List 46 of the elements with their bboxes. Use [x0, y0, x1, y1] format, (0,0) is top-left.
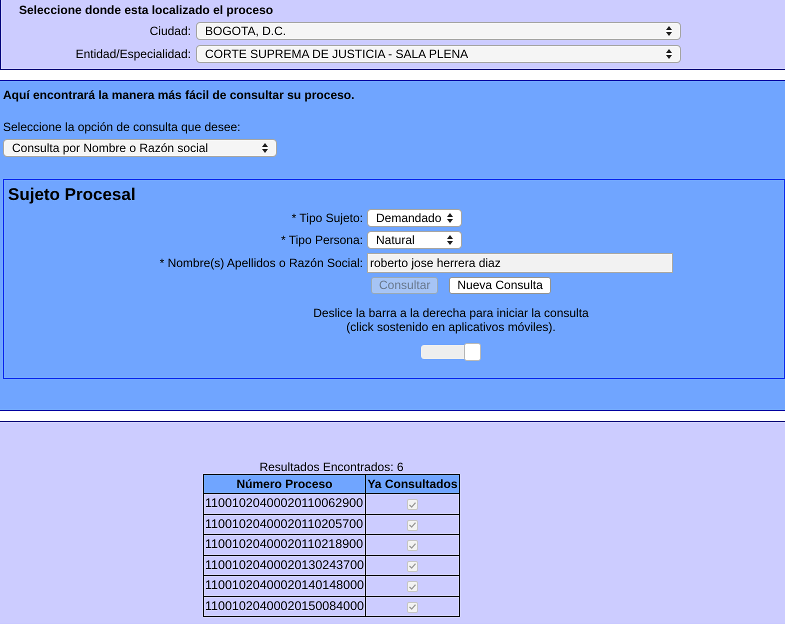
checkbox[interactable]	[406, 540, 418, 552]
slider-hint: Deslice la barra a la derecha para iniciar la consulta	[313, 306, 589, 320]
dropdown-arrows-icon	[447, 234, 453, 244]
dropdown-arrows-icon	[666, 49, 672, 59]
slider-thumb[interactable]	[464, 342, 481, 360]
table-cell: 11001020400020130243700	[204, 555, 366, 576]
dropdown-select[interactable]: BOGOTA, D.C.	[196, 22, 681, 40]
dropdown-select[interactable]: Demandado	[367, 208, 462, 226]
check-icon	[408, 604, 416, 610]
table-cell: 11001020400020110062900	[204, 494, 366, 514]
table-cell: 11001020400020110218900	[204, 534, 366, 555]
checkbox[interactable]	[406, 560, 418, 572]
check-icon	[408, 502, 416, 508]
column-header: Ya Consultados	[365, 474, 460, 494]
table-cell: 11001020400020150084000	[204, 596, 366, 616]
section-heading: Aquí encontrará la manera más fácil de consultar su proceso.	[2, 87, 356, 104]
slider-hint: (click sostenido en aplicativos móviles).	[346, 320, 556, 334]
checkbox[interactable]	[406, 602, 418, 613]
name-input[interactable]: roberto jose herrera diaz	[367, 252, 673, 272]
dropdown-select[interactable]: Consulta por Nombre o Razón social	[3, 139, 277, 157]
table-cell: 11001020400020110205700	[204, 514, 366, 534]
checkbox[interactable]	[406, 520, 418, 531]
dropdown-select[interactable]: Natural	[367, 230, 462, 248]
check-icon	[408, 522, 416, 528]
dropdown-arrows-icon	[447, 212, 453, 222]
check-icon	[408, 542, 416, 549]
field-label: * Nombre(s) Apellidos o Razón Social:	[158, 254, 364, 272]
checkbox[interactable]	[406, 499, 418, 510]
section-heading: Seleccione donde esta localizado el proceso	[19, 2, 274, 19]
check-icon	[408, 584, 416, 590]
column-header: Número Proceso	[204, 474, 366, 494]
table-cell: 11001020400020140148000	[204, 576, 366, 596]
dropdown-arrows-icon	[666, 26, 672, 36]
checkbox[interactable]	[406, 581, 418, 592]
dropdown-select[interactable]: CORTE SUPREMA DE JUSTICIA - SALA PLENA	[196, 45, 681, 63]
field-label: * Tipo Sujeto:	[290, 210, 364, 226]
field-label: * Tipo Persona:	[280, 232, 364, 248]
results-count: Resultados Encontrados: 6	[259, 460, 404, 474]
fieldset-title: Sujeto Procesal	[8, 184, 137, 206]
check-icon	[408, 563, 416, 570]
field-label: Ciudad:	[148, 23, 192, 40]
field-label: Seleccione la opción de consulta que desee:	[2, 119, 242, 136]
field-label: Entidad/Especialidad:	[74, 46, 192, 63]
slider-track[interactable]	[421, 344, 481, 358]
dropdown-arrows-icon	[262, 143, 268, 153]
form-button[interactable]: Nueva Consulta	[449, 276, 551, 294]
